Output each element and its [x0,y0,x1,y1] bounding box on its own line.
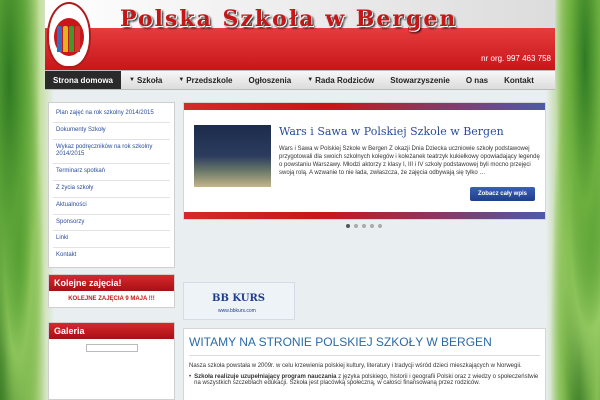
sponsor-logo: BB KURS [212,293,265,304]
widget-title: Kolejne zajęcia! [49,274,174,291]
gallery-body [49,339,174,399]
sidebar-item-news[interactable]: Aktualności [53,198,170,215]
bullet-icon: • [189,374,192,381]
nav-label: Kontakt [504,75,534,85]
nav-label: Strona domowa [53,75,114,85]
welcome-section: WITAMY NA STRONIE POLSKIEJ SZKOŁY W BERG… [183,328,546,400]
pencil-icon [57,26,62,52]
sidebar-item-schedule[interactable]: Plan zajęć na rok szkolny 2014/2015 [53,106,170,123]
slide-excerpt: Wars i Sawa w Polskiej Szkole w Bergen Z… [279,146,540,177]
nav-item-preschool[interactable]: ▼ Przedszkole [170,71,240,89]
header-red-band [45,28,555,70]
org-number: nr org. 997 463 758 [481,54,551,63]
chevron-down-icon: ▼ [178,77,185,83]
pencil-icon [63,26,68,52]
list-item: • Szkoła realizuje uzupełniający program… [189,374,540,386]
slider-dot[interactable] [354,224,358,228]
read-more-button[interactable]: Zobacz cały wpis [469,187,535,201]
pencil-icon [75,26,80,52]
main-navigation: Strona domowa ▼ Szkoła ▼ Przedszkole Ogłos… [45,70,555,90]
nav-item-announcements[interactable]: Ogłoszenia [241,71,300,89]
content-area: Plan zajęć na rok szkolny 2014/2015 Doku… [45,97,555,400]
sidebar-item-calendar[interactable]: Terminarz spotkań [53,164,170,181]
sidebar-item-sponsors[interactable]: Sponsorzy [53,215,170,232]
nav-item-home[interactable]: Strona domowa [45,71,122,89]
bullet-content: Szkoła realizuje uzupełniający program n… [194,374,540,386]
sponsor-banner[interactable]: BB KURS www.bbkurs.com [183,282,295,320]
nav-item-parents-council[interactable]: ▼ Rada Rodziców [299,71,382,89]
sidebar-item-links[interactable]: Linki [53,231,170,249]
sidebar: Plan zajęć na rok szkolny 2014/2015 Doku… [48,102,175,400]
nav-label: Przedszkole [186,75,233,85]
nav-label: O nas [465,75,489,85]
slide-title[interactable]: Wars i Sawa w Polskiej Szkole w Bergen [279,125,504,138]
nav-label: Szkoła [136,75,163,85]
site-title: Polska Szkoła w Bergen [120,6,458,32]
sidebar-item-school-life[interactable]: Z życia szkoły [53,181,170,198]
welcome-text: Nasza szkoła powstała w 2009r. w celu kr… [189,363,522,369]
nav-item-about[interactable]: O nas [458,71,496,89]
slider-bottom-bar [184,212,545,219]
nav-item-contact[interactable]: Kontakt [496,71,542,89]
slider-dot[interactable] [370,224,374,228]
nav-item-school[interactable]: ▼ Szkoła [121,71,170,89]
slider-dot[interactable] [362,224,366,228]
background-leaves-right [550,0,600,400]
background-leaves-left [0,0,46,400]
sponsor-url: www.bbkurs.com [218,308,256,314]
sidebar-menu: Plan zajęć na rok szkolny 2014/2015 Doku… [48,102,175,268]
slider-top-bar [184,103,545,110]
next-class-widget: Kolejne zajęcia! KOLEJNE ZAJĘCIA 9 MAJA … [48,273,175,308]
nav-item-association[interactable]: Stowarzyszenie [382,71,458,89]
featured-slider: Wars i Sawa w Polskiej Szkole w Bergen W… [183,102,546,220]
nav-label: Ogłoszenia [248,75,292,85]
divider [189,355,540,356]
chevron-down-icon: ▼ [307,77,314,83]
slider-pagination [346,224,382,228]
widget-title: Galeria [49,322,174,339]
site-header: Polska Szkoła w Bergen nr org. 997 463 7… [45,0,555,70]
nav-label: Stowarzyszenie [390,75,450,85]
sidebar-item-textbooks[interactable]: Wykaz podręczników na rok szkolny 2014/2… [53,140,170,165]
nav-label: Rada Rodziców [315,75,375,85]
welcome-title: WITAMY NA STRONIE POLSKIEJ SZKOŁY W BERG… [189,335,492,349]
gallery-selector[interactable] [85,343,138,352]
pencil-icon [69,26,74,52]
next-class-text[interactable]: KOLEJNE ZAJĘCIA 9 MAJA !!! [49,291,174,307]
slider-dot[interactable] [346,224,350,228]
page-wrapper: Polska Szkoła w Bergen nr org. 997 463 7… [45,0,555,400]
sidebar-item-documents[interactable]: Dokumenty Szkoły [53,123,170,140]
gallery-widget: Galeria [48,321,175,400]
sidebar-item-contact[interactable]: Kontakt [53,248,170,264]
chevron-down-icon: ▼ [129,77,135,83]
main-column: Wars i Sawa w Polskiej Szkole w Bergen W… [183,102,546,400]
slider-dot[interactable] [378,224,382,228]
school-logo[interactable] [47,2,91,68]
slide-image[interactable] [194,125,271,187]
